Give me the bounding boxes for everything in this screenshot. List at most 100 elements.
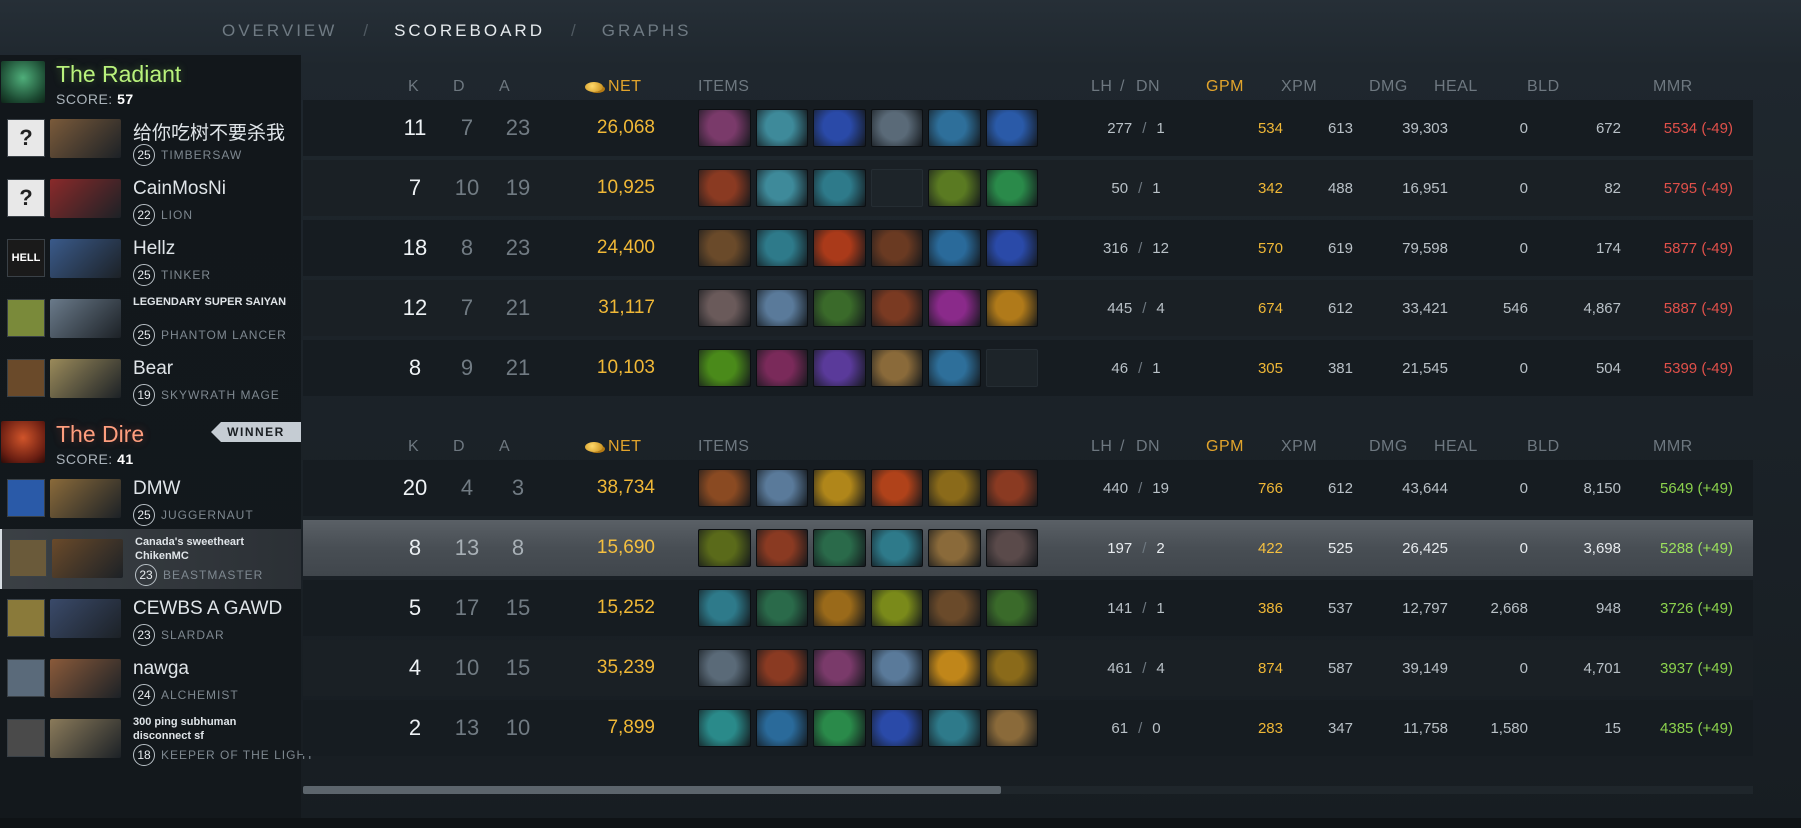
item-icon[interactable] xyxy=(928,109,981,147)
item-icon[interactable] xyxy=(698,529,751,567)
player-name[interactable]: 300 ping subhuman disconnect sf xyxy=(133,715,293,743)
col-net-header[interactable]: NET xyxy=(585,438,642,456)
col-gpm-header[interactable]: GPM xyxy=(1206,438,1244,456)
player-avatar[interactable] xyxy=(7,719,45,757)
player-name[interactable]: DMW xyxy=(133,478,180,500)
player-avatar[interactable] xyxy=(7,479,45,517)
item-icon[interactable] xyxy=(870,289,923,327)
hero-portrait[interactable] xyxy=(50,359,121,398)
item-icon[interactable] xyxy=(870,469,923,507)
col-dn-header[interactable]: DN xyxy=(1136,78,1160,96)
player-name[interactable]: Canada's sweetheart ChikenMC xyxy=(135,535,295,563)
tab-overview[interactable]: OVERVIEW xyxy=(222,21,337,41)
item-icon[interactable] xyxy=(698,649,751,687)
scoreboard-row[interactable]: 4 10 15 35,239 874 587 39,149 0 4,701 461 / 4 3937 (… xyxy=(303,640,1753,696)
player-entry[interactable]: CEWBS A GAWD 23 SLARDAR xyxy=(0,589,301,649)
col-mmr-header[interactable]: MMR xyxy=(1653,438,1693,456)
item-icon[interactable] xyxy=(928,169,981,207)
item-icon[interactable] xyxy=(698,589,751,627)
scoreboard-row[interactable]: 11 7 23 26,068 534 613 39,303 0 672 277 / 1 5534 (-4… xyxy=(303,100,1753,156)
player-avatar[interactable]: HELL xyxy=(7,239,45,277)
item-icon[interactable] xyxy=(985,109,1038,147)
col-xpm-header[interactable]: XPM xyxy=(1281,78,1317,96)
scoreboard-row[interactable]: 5 17 15 15,252 386 537 12,797 2,668 948 141 / 1 3726… xyxy=(303,580,1753,636)
col-d-header[interactable]: D xyxy=(453,438,465,456)
player-avatar[interactable] xyxy=(7,299,45,337)
hero-portrait[interactable] xyxy=(50,119,121,158)
col-lh-header[interactable]: LH xyxy=(1091,438,1112,456)
player-avatar[interactable] xyxy=(7,359,45,397)
player-entry[interactable]: nawga 24 ALCHEMIST xyxy=(0,649,301,709)
player-avatar[interactable] xyxy=(9,539,47,577)
player-entry[interactable]: LEGENDARY SUPER SAIYAN 25 PHANTOM LANCER xyxy=(0,289,301,349)
item-icon[interactable] xyxy=(755,709,808,747)
col-items-header[interactable]: ITEMS xyxy=(698,78,749,96)
col-net-header[interactable]: NET xyxy=(585,78,642,96)
scoreboard-row[interactable]: 8 13 8 15,690 422 525 26,425 0 3,698 197 / 2 5288 (+… xyxy=(303,520,1753,576)
player-name[interactable]: CainMosNi xyxy=(133,178,226,200)
col-dmg-header[interactable]: DMG xyxy=(1369,78,1408,96)
item-icon[interactable] xyxy=(755,169,808,207)
item-icon[interactable] xyxy=(928,649,981,687)
item-icon[interactable] xyxy=(870,709,923,747)
item-icon[interactable] xyxy=(870,109,923,147)
player-avatar[interactable]: ? xyxy=(7,119,45,157)
hero-portrait[interactable] xyxy=(50,599,121,638)
item-icon[interactable] xyxy=(755,589,808,627)
player-entry[interactable]: HELL Hellz 25 TINKER xyxy=(0,229,301,289)
scoreboard-row[interactable]: 12 7 21 31,117 674 612 33,421 546 4,867 445 / 4 5887… xyxy=(303,280,1753,336)
item-icon[interactable] xyxy=(928,589,981,627)
col-gpm-header[interactable]: GPM xyxy=(1206,78,1244,96)
item-icon[interactable] xyxy=(985,169,1038,207)
item-icon[interactable] xyxy=(755,349,808,387)
item-icon[interactable] xyxy=(870,589,923,627)
player-name[interactable]: nawga xyxy=(133,658,189,680)
item-icon[interactable] xyxy=(928,709,981,747)
player-name[interactable]: Hellz xyxy=(133,238,175,260)
hero-portrait[interactable] xyxy=(50,179,121,218)
player-entry[interactable]: DMW 25 JUGGERNAUT xyxy=(0,469,301,529)
item-icon[interactable] xyxy=(813,469,866,507)
item-icon[interactable] xyxy=(985,529,1038,567)
item-icon[interactable] xyxy=(928,229,981,267)
item-icon[interactable] xyxy=(698,469,751,507)
item-icon[interactable] xyxy=(928,469,981,507)
item-icon[interactable] xyxy=(755,469,808,507)
col-heal-header[interactable]: HEAL xyxy=(1434,438,1478,456)
col-d-header[interactable]: D xyxy=(453,78,465,96)
item-icon[interactable] xyxy=(985,709,1038,747)
item-icon[interactable] xyxy=(755,109,808,147)
item-icon[interactable] xyxy=(698,229,751,267)
scoreboard-row[interactable]: 7 10 19 10,925 342 488 16,951 0 82 50 / 1 5795 (-49) xyxy=(303,160,1753,216)
item-icon[interactable] xyxy=(813,109,866,147)
item-icon[interactable] xyxy=(813,169,866,207)
player-entry[interactable]: 300 ping subhuman disconnect sf 18 KEEPER … xyxy=(0,709,313,769)
scoreboard-row[interactable]: 8 9 21 10,103 305 381 21,545 0 504 46 / 1 5399 (-49) xyxy=(303,340,1753,396)
player-entry[interactable]: Canada's sweetheart ChikenMC 23 BEASTMASTE… xyxy=(0,529,301,589)
scoreboard-row[interactable]: 18 8 23 24,400 570 619 79,598 0 174 316 / 12 5877 (-… xyxy=(303,220,1753,276)
item-icon[interactable] xyxy=(928,529,981,567)
item-icon[interactable] xyxy=(870,229,923,267)
col-k-header[interactable]: K xyxy=(408,78,419,96)
col-k-header[interactable]: K xyxy=(408,438,419,456)
player-avatar[interactable] xyxy=(7,599,45,637)
item-icon[interactable] xyxy=(985,469,1038,507)
item-icon[interactable] xyxy=(813,289,866,327)
item-icon[interactable] xyxy=(755,649,808,687)
player-name[interactable]: CEWBS A GAWD xyxy=(133,598,282,620)
col-bld-header[interactable]: BLD xyxy=(1527,438,1560,456)
col-heal-header[interactable]: HEAL xyxy=(1434,78,1478,96)
item-icon[interactable] xyxy=(813,649,866,687)
col-xpm-header[interactable]: XPM xyxy=(1281,438,1317,456)
col-a-header[interactable]: A xyxy=(499,438,510,456)
item-icon[interactable] xyxy=(870,529,923,567)
item-icon[interactable] xyxy=(755,289,808,327)
item-icon[interactable] xyxy=(813,229,866,267)
item-icon[interactable] xyxy=(698,109,751,147)
item-icon[interactable] xyxy=(928,349,981,387)
col-dmg-header[interactable]: DMG xyxy=(1369,438,1408,456)
item-icon[interactable] xyxy=(813,589,866,627)
hero-portrait[interactable] xyxy=(50,299,121,338)
hero-portrait[interactable] xyxy=(50,719,121,758)
item-icon[interactable] xyxy=(698,709,751,747)
